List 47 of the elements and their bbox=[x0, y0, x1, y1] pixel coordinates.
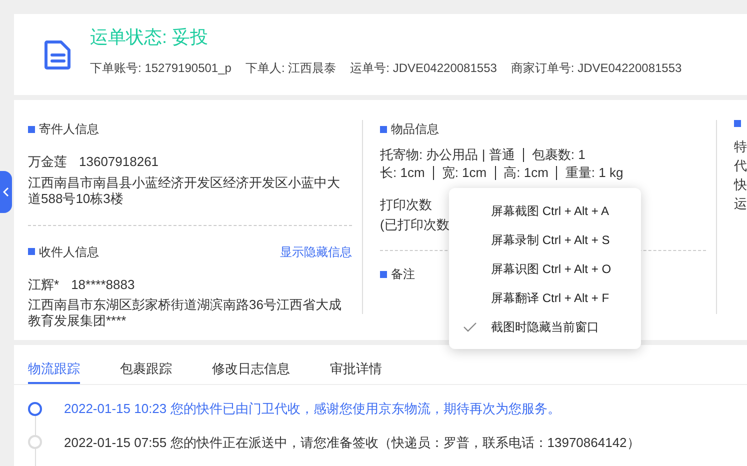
show-hidden-link[interactable]: 显示隐藏信息 bbox=[280, 242, 352, 260]
sender-name: 万金莲 bbox=[28, 153, 67, 171]
tab[interactable]: 物流跟踪 bbox=[28, 345, 80, 384]
goods-text: 宽: 1cm bbox=[442, 164, 487, 182]
order-meta-text: 运单号: JDVE04220081553 bbox=[350, 60, 497, 77]
print-count-label: 打印次数 bbox=[380, 196, 432, 214]
menu-item[interactable]: 屏幕截图 Ctrl + Alt + A bbox=[449, 196, 641, 225]
goods-text: 重量: 1 kg bbox=[565, 164, 624, 182]
square-icon bbox=[380, 126, 388, 132]
cut-text: 特 bbox=[734, 138, 747, 156]
receiver-phone: 18****8883 bbox=[71, 276, 135, 294]
timeline-entry: 2022-01-15 10:23 您的快件已由门卫代收，感谢您使用京东物流，期待再次为您服务。 bbox=[64, 400, 560, 418]
goods-text: 托寄物: 办公用品 | 普通 bbox=[380, 146, 515, 164]
section-title: 物品信息 bbox=[391, 121, 440, 138]
menu-item[interactable]: 屏幕录制 Ctrl + Alt + S bbox=[449, 225, 641, 254]
chevron-left-icon bbox=[3, 187, 9, 197]
order-meta-text: 下单账号: 15279190501_p bbox=[90, 60, 232, 77]
order-meta-text: 下单人: 江西晨泰 bbox=[245, 60, 336, 77]
timeline-entry: 2022-01-15 07:55 您的快件正在派送中，请您准备签收（快递员：罗普，联系电话：13970864142） bbox=[64, 434, 640, 452]
section-title: 收件人信息 bbox=[39, 244, 99, 260]
square-icon bbox=[734, 120, 741, 127]
collapse-button[interactable] bbox=[0, 171, 12, 213]
receiver-name: 江辉* bbox=[28, 276, 60, 294]
menu-item[interactable]: 截图时隐藏当前窗口 bbox=[449, 312, 641, 341]
square-icon bbox=[28, 126, 35, 132]
square-icon bbox=[380, 270, 388, 278]
tab[interactable]: 修改日志信息 bbox=[212, 345, 290, 384]
section-title: 寄件人信息 bbox=[39, 121, 99, 138]
goods-text: 长: 1cm bbox=[380, 164, 425, 182]
section-title: 备注 bbox=[391, 266, 416, 283]
tab[interactable]: 包裹跟踪 bbox=[120, 345, 172, 384]
cut-text: 快 bbox=[734, 176, 747, 194]
receiver-address: 江西南昌市东湖区彭家桥街道湖滨南路36号江西省大成教育发展集团**** bbox=[28, 297, 342, 329]
print-count-note: (已打印次数 bbox=[380, 216, 450, 234]
tab[interactable]: 审批详情 bbox=[330, 345, 382, 384]
cut-text: 代 bbox=[734, 157, 747, 175]
order-meta-text: 商家订单号: JDVE04220081553 bbox=[510, 60, 682, 77]
square-icon bbox=[28, 248, 35, 255]
goods-text: 高: 1cm bbox=[504, 164, 548, 182]
menu-item[interactable]: 屏幕识图 Ctrl + Alt + O bbox=[449, 254, 641, 283]
menu-item[interactable]: 屏幕翻译 Ctrl + Alt + F bbox=[449, 283, 641, 312]
cut-text: 运 bbox=[734, 195, 747, 213]
document-icon bbox=[44, 40, 72, 70]
status-title: 运单状态: 妥投 bbox=[90, 26, 210, 49]
goods-text: 包裹数: 1 bbox=[532, 146, 586, 164]
sender-address: 江西南昌市南昌县小蓝经济开发区经济开发区小蓝中大道588号10栋3楼 bbox=[28, 174, 341, 206]
sender-phone: 13607918261 bbox=[79, 153, 159, 171]
